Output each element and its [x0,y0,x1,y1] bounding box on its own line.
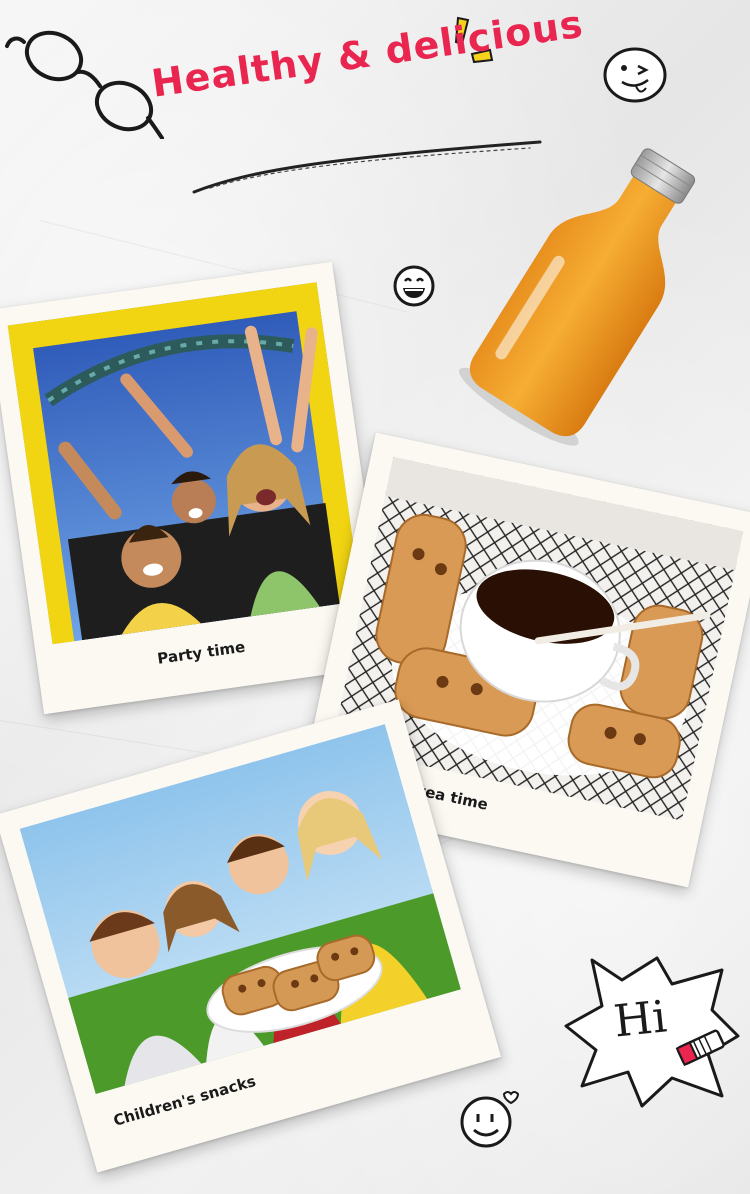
roller-coaster-image [7,282,362,645]
juice-bottle [458,148,696,446]
caption-party-time: Party time [156,637,247,668]
hi-bubble: Hi [562,950,742,1110]
smiley-face-icon [460,1091,520,1148]
glasses-icon [5,30,164,139]
party-photo [7,282,362,645]
grin-face-icon [393,265,435,307]
hi-text: Hi [611,991,669,1048]
tongue-face-icon [603,47,667,103]
